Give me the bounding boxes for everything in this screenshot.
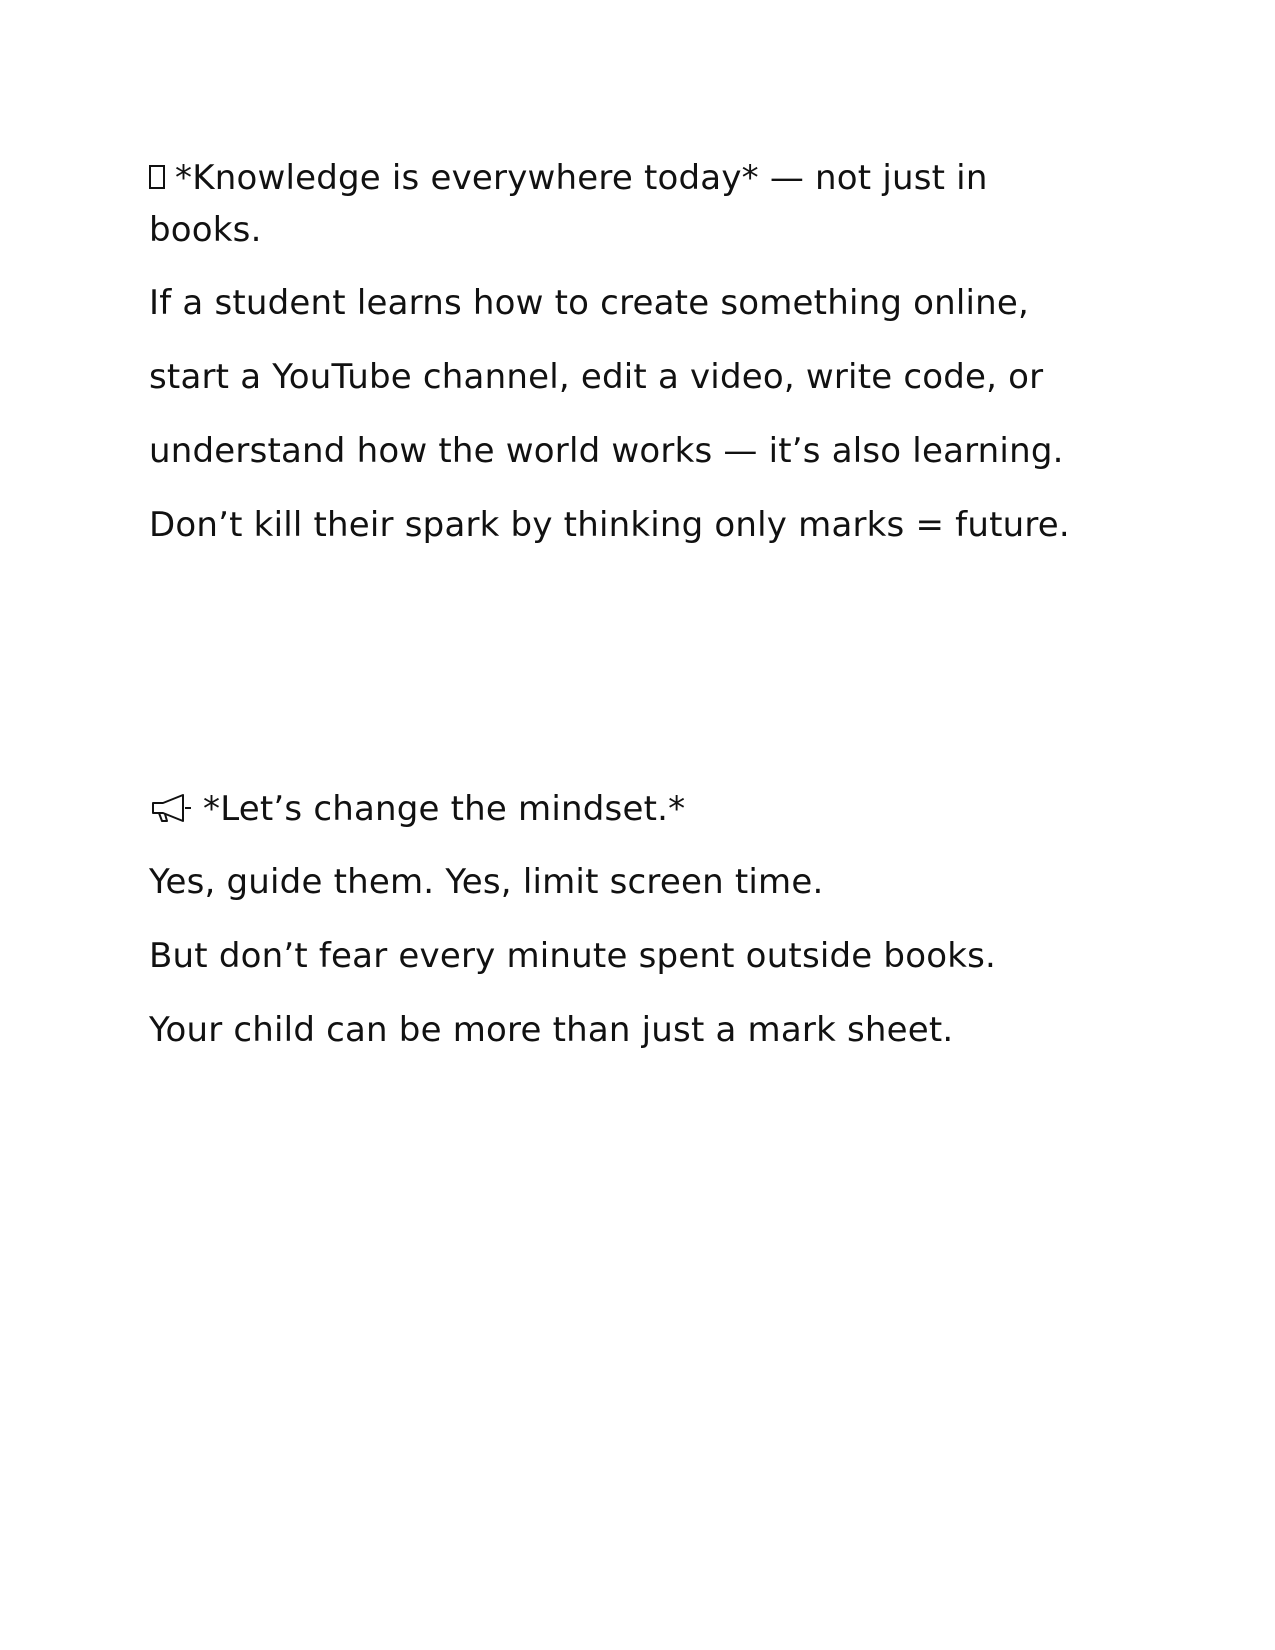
section1-line-1: *Knowledge is everywhere today* — not ju… (149, 158, 988, 198)
section1-line-6: Don’t kill their spark by thinking only … (149, 505, 1070, 545)
section1-heading-text: *Knowledge is everywhere today* — not ju… (175, 158, 988, 198)
section2-line-3: But don’t fear every minute spent outsid… (149, 936, 997, 976)
section2-line-2: Yes, guide them. Yes, limit screen time. (149, 862, 824, 902)
megaphone-icon (152, 793, 191, 822)
missing-glyph-box-icon (149, 164, 165, 189)
section2-heading-text: *Let’s change the mindset.* (203, 789, 686, 829)
section2-line-1: *Let’s change the mindset.* (149, 789, 685, 829)
section1-line-5: understand how the world works — it’s al… (149, 431, 1064, 471)
section1-line-2: books. (149, 210, 262, 250)
section2-line-4: Your child can be more than just a mark … (149, 1010, 954, 1050)
document-page: *Knowledge is everywhere today* — not ju… (0, 0, 1275, 1650)
section1-line-3: If a student learns how to create someth… (149, 283, 1030, 323)
section1-line-4: start a YouTube channel, edit a video, w… (149, 357, 1044, 397)
